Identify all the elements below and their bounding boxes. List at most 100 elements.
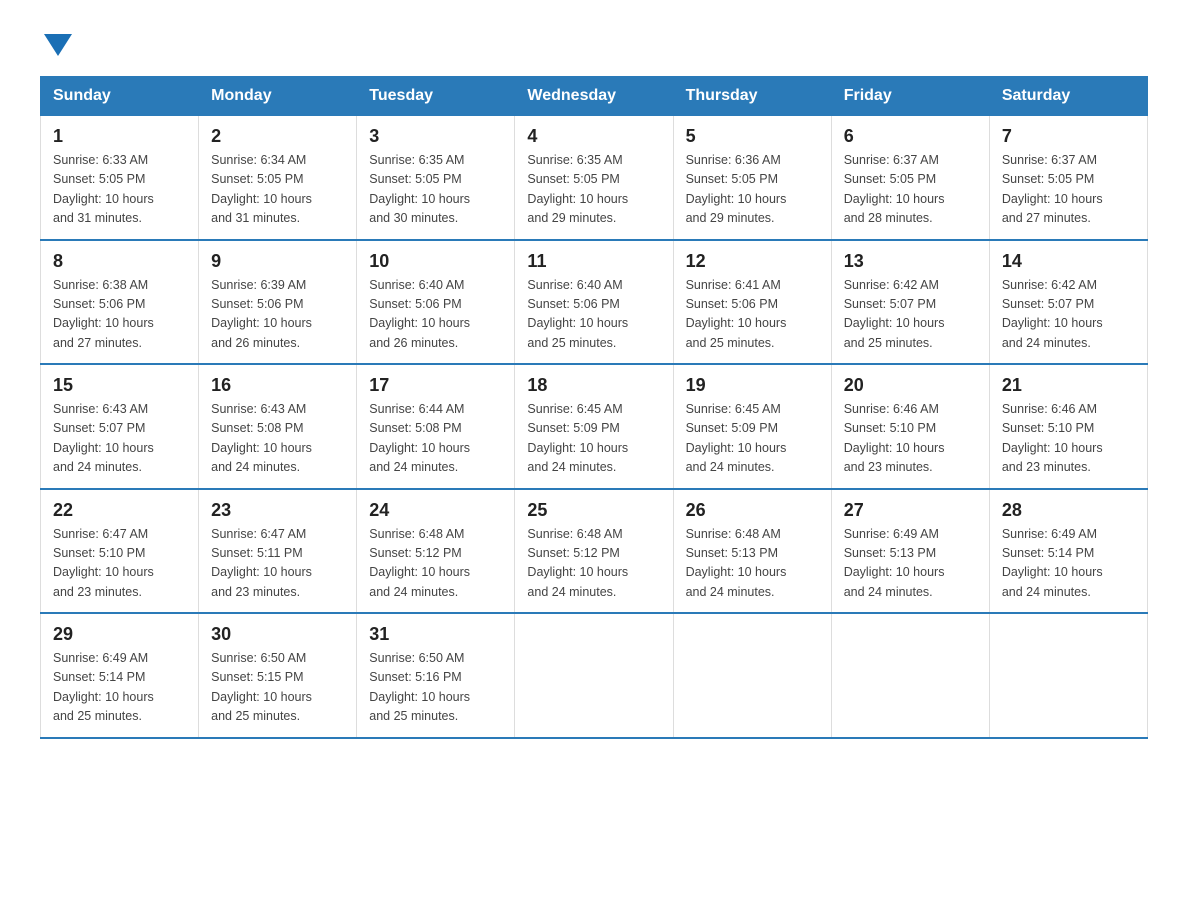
calendar-cell: 28 Sunrise: 6:49 AM Sunset: 5:14 PM Dayl…: [989, 489, 1147, 614]
day-number: 24: [369, 500, 502, 521]
calendar-cell: 27 Sunrise: 6:49 AM Sunset: 5:13 PM Dayl…: [831, 489, 989, 614]
day-info: Sunrise: 6:37 AM Sunset: 5:05 PM Dayligh…: [1002, 151, 1135, 229]
calendar-week-row: 1 Sunrise: 6:33 AM Sunset: 5:05 PM Dayli…: [41, 116, 1148, 240]
day-info: Sunrise: 6:46 AM Sunset: 5:10 PM Dayligh…: [1002, 400, 1135, 478]
day-number: 10: [369, 251, 502, 272]
calendar-cell: 30 Sunrise: 6:50 AM Sunset: 5:15 PM Dayl…: [199, 613, 357, 738]
day-number: 25: [527, 500, 660, 521]
day-number: 5: [686, 126, 819, 147]
day-number: 22: [53, 500, 186, 521]
calendar-cell: 20 Sunrise: 6:46 AM Sunset: 5:10 PM Dayl…: [831, 364, 989, 489]
day-info: Sunrise: 6:48 AM Sunset: 5:12 PM Dayligh…: [369, 525, 502, 603]
column-header-sunday: Sunday: [41, 77, 199, 116]
day-info: Sunrise: 6:39 AM Sunset: 5:06 PM Dayligh…: [211, 276, 344, 354]
day-number: 9: [211, 251, 344, 272]
day-info: Sunrise: 6:48 AM Sunset: 5:12 PM Dayligh…: [527, 525, 660, 603]
day-number: 15: [53, 375, 186, 396]
calendar-cell: [989, 613, 1147, 738]
calendar-cell: [515, 613, 673, 738]
day-number: 13: [844, 251, 977, 272]
day-info: Sunrise: 6:47 AM Sunset: 5:11 PM Dayligh…: [211, 525, 344, 603]
calendar-cell: [831, 613, 989, 738]
logo: [40, 30, 72, 56]
day-number: 29: [53, 624, 186, 645]
calendar-cell: 16 Sunrise: 6:43 AM Sunset: 5:08 PM Dayl…: [199, 364, 357, 489]
calendar-cell: 31 Sunrise: 6:50 AM Sunset: 5:16 PM Dayl…: [357, 613, 515, 738]
calendar-week-row: 8 Sunrise: 6:38 AM Sunset: 5:06 PM Dayli…: [41, 240, 1148, 365]
day-info: Sunrise: 6:41 AM Sunset: 5:06 PM Dayligh…: [686, 276, 819, 354]
calendar-cell: 12 Sunrise: 6:41 AM Sunset: 5:06 PM Dayl…: [673, 240, 831, 365]
calendar-cell: 26 Sunrise: 6:48 AM Sunset: 5:13 PM Dayl…: [673, 489, 831, 614]
calendar-cell: 21 Sunrise: 6:46 AM Sunset: 5:10 PM Dayl…: [989, 364, 1147, 489]
calendar-cell: 9 Sunrise: 6:39 AM Sunset: 5:06 PM Dayli…: [199, 240, 357, 365]
calendar-week-row: 15 Sunrise: 6:43 AM Sunset: 5:07 PM Dayl…: [41, 364, 1148, 489]
day-info: Sunrise: 6:33 AM Sunset: 5:05 PM Dayligh…: [53, 151, 186, 229]
calendar-cell: 8 Sunrise: 6:38 AM Sunset: 5:06 PM Dayli…: [41, 240, 199, 365]
day-number: 31: [369, 624, 502, 645]
day-number: 18: [527, 375, 660, 396]
calendar-cell: 13 Sunrise: 6:42 AM Sunset: 5:07 PM Dayl…: [831, 240, 989, 365]
day-info: Sunrise: 6:50 AM Sunset: 5:15 PM Dayligh…: [211, 649, 344, 727]
page-header: [40, 30, 1148, 56]
calendar-cell: 7 Sunrise: 6:37 AM Sunset: 5:05 PM Dayli…: [989, 116, 1147, 240]
day-info: Sunrise: 6:43 AM Sunset: 5:07 PM Dayligh…: [53, 400, 186, 478]
day-number: 14: [1002, 251, 1135, 272]
day-info: Sunrise: 6:42 AM Sunset: 5:07 PM Dayligh…: [844, 276, 977, 354]
day-info: Sunrise: 6:44 AM Sunset: 5:08 PM Dayligh…: [369, 400, 502, 478]
day-info: Sunrise: 6:46 AM Sunset: 5:10 PM Dayligh…: [844, 400, 977, 478]
day-number: 20: [844, 375, 977, 396]
calendar-week-row: 22 Sunrise: 6:47 AM Sunset: 5:10 PM Dayl…: [41, 489, 1148, 614]
day-info: Sunrise: 6:48 AM Sunset: 5:13 PM Dayligh…: [686, 525, 819, 603]
day-info: Sunrise: 6:34 AM Sunset: 5:05 PM Dayligh…: [211, 151, 344, 229]
day-info: Sunrise: 6:40 AM Sunset: 5:06 PM Dayligh…: [369, 276, 502, 354]
day-info: Sunrise: 6:38 AM Sunset: 5:06 PM Dayligh…: [53, 276, 186, 354]
day-number: 8: [53, 251, 186, 272]
calendar-cell: 3 Sunrise: 6:35 AM Sunset: 5:05 PM Dayli…: [357, 116, 515, 240]
column-header-saturday: Saturday: [989, 77, 1147, 116]
calendar-cell: 1 Sunrise: 6:33 AM Sunset: 5:05 PM Dayli…: [41, 116, 199, 240]
day-number: 11: [527, 251, 660, 272]
calendar-week-row: 29 Sunrise: 6:49 AM Sunset: 5:14 PM Dayl…: [41, 613, 1148, 738]
day-info: Sunrise: 6:43 AM Sunset: 5:08 PM Dayligh…: [211, 400, 344, 478]
day-number: 7: [1002, 126, 1135, 147]
day-number: 17: [369, 375, 502, 396]
day-info: Sunrise: 6:37 AM Sunset: 5:05 PM Dayligh…: [844, 151, 977, 229]
day-number: 12: [686, 251, 819, 272]
day-number: 1: [53, 126, 186, 147]
day-info: Sunrise: 6:50 AM Sunset: 5:16 PM Dayligh…: [369, 649, 502, 727]
day-number: 27: [844, 500, 977, 521]
calendar-cell: 25 Sunrise: 6:48 AM Sunset: 5:12 PM Dayl…: [515, 489, 673, 614]
calendar-cell: 6 Sunrise: 6:37 AM Sunset: 5:05 PM Dayli…: [831, 116, 989, 240]
calendar-cell: [673, 613, 831, 738]
calendar-cell: 22 Sunrise: 6:47 AM Sunset: 5:10 PM Dayl…: [41, 489, 199, 614]
calendar-cell: 17 Sunrise: 6:44 AM Sunset: 5:08 PM Dayl…: [357, 364, 515, 489]
day-number: 4: [527, 126, 660, 147]
day-number: 3: [369, 126, 502, 147]
column-header-tuesday: Tuesday: [357, 77, 515, 116]
calendar-cell: 23 Sunrise: 6:47 AM Sunset: 5:11 PM Dayl…: [199, 489, 357, 614]
calendar-cell: 18 Sunrise: 6:45 AM Sunset: 5:09 PM Dayl…: [515, 364, 673, 489]
day-info: Sunrise: 6:45 AM Sunset: 5:09 PM Dayligh…: [686, 400, 819, 478]
day-number: 21: [1002, 375, 1135, 396]
column-header-friday: Friday: [831, 77, 989, 116]
day-info: Sunrise: 6:47 AM Sunset: 5:10 PM Dayligh…: [53, 525, 186, 603]
calendar-cell: 15 Sunrise: 6:43 AM Sunset: 5:07 PM Dayl…: [41, 364, 199, 489]
day-number: 30: [211, 624, 344, 645]
day-info: Sunrise: 6:35 AM Sunset: 5:05 PM Dayligh…: [369, 151, 502, 229]
calendar-cell: 14 Sunrise: 6:42 AM Sunset: 5:07 PM Dayl…: [989, 240, 1147, 365]
day-info: Sunrise: 6:40 AM Sunset: 5:06 PM Dayligh…: [527, 276, 660, 354]
day-info: Sunrise: 6:49 AM Sunset: 5:13 PM Dayligh…: [844, 525, 977, 603]
day-number: 26: [686, 500, 819, 521]
column-header-thursday: Thursday: [673, 77, 831, 116]
column-header-monday: Monday: [199, 77, 357, 116]
day-info: Sunrise: 6:35 AM Sunset: 5:05 PM Dayligh…: [527, 151, 660, 229]
calendar-cell: 11 Sunrise: 6:40 AM Sunset: 5:06 PM Dayl…: [515, 240, 673, 365]
calendar-cell: 24 Sunrise: 6:48 AM Sunset: 5:12 PM Dayl…: [357, 489, 515, 614]
day-info: Sunrise: 6:49 AM Sunset: 5:14 PM Dayligh…: [1002, 525, 1135, 603]
day-number: 2: [211, 126, 344, 147]
day-number: 16: [211, 375, 344, 396]
day-info: Sunrise: 6:36 AM Sunset: 5:05 PM Dayligh…: [686, 151, 819, 229]
calendar-cell: 2 Sunrise: 6:34 AM Sunset: 5:05 PM Dayli…: [199, 116, 357, 240]
calendar-header-row: SundayMondayTuesdayWednesdayThursdayFrid…: [41, 77, 1148, 116]
calendar-cell: 4 Sunrise: 6:35 AM Sunset: 5:05 PM Dayli…: [515, 116, 673, 240]
